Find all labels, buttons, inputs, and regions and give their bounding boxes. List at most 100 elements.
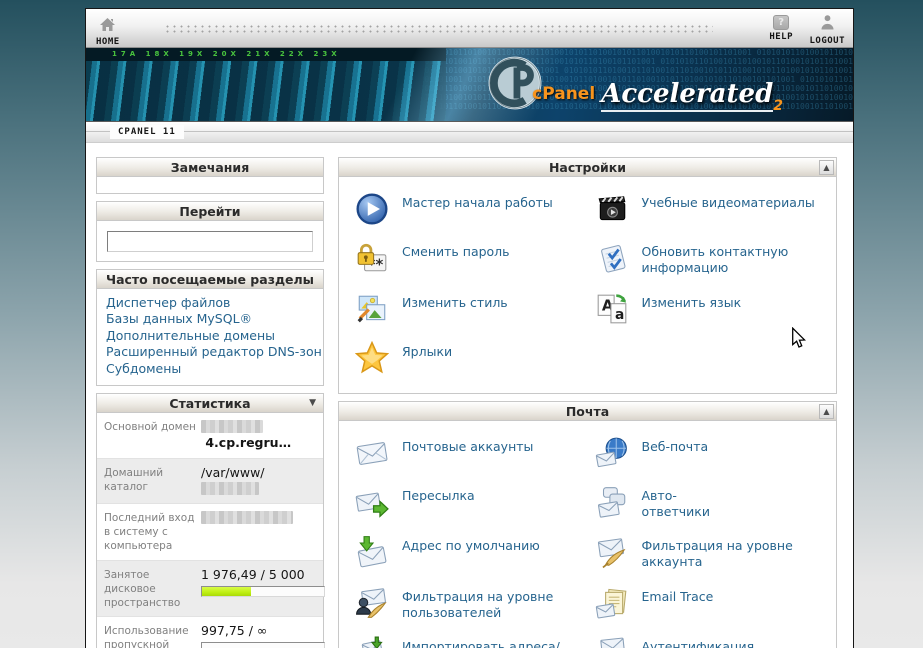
feature-item: ** Сменить пароль <box>351 234 591 285</box>
change-password-icon[interactable]: ** <box>355 241 389 275</box>
stat-value: 997,75 / ∞ <box>201 623 317 639</box>
feature-link[interactable]: Учебные видеоматериалы <box>642 195 815 211</box>
video-tutorials-icon[interactable] <box>595 192 629 226</box>
stats-rows: Основной домен 4.cp.regru…Домашний катал… <box>97 413 323 648</box>
frequent-link[interactable]: Базы данных MySQL® <box>106 311 314 328</box>
frequent-box: Часто посещаемые разделы Диспетчер файло… <box>96 269 324 387</box>
stats-header: Статистика <box>97 394 323 413</box>
feature-link[interactable]: Импортировать адреса/ Средства пересылки <box>402 639 560 648</box>
section-mail: Почта Почтовые аккаунты Веб-почта Пересылк… <box>338 401 837 648</box>
settings-header: Настройки <box>339 158 836 177</box>
feature-item: Учебные видеоматериалы <box>591 185 831 234</box>
frequent-link[interactable]: Расширенный редактор DNS-зон <box>106 344 314 361</box>
question-mark-icon: ? <box>773 15 789 30</box>
feature-link[interactable]: Изменить язык <box>642 295 742 311</box>
page-content: Замечания Перейти Часто посещаемые разде… <box>86 143 853 648</box>
redacted-value <box>201 420 263 433</box>
getting-started-wizard-icon[interactable] <box>355 192 389 226</box>
stats-title: Статистика <box>169 396 250 411</box>
forwarders-icon[interactable] <box>355 485 389 519</box>
toolbar-dots-texture <box>164 24 713 33</box>
frequent-link[interactable]: Дополнительные домены <box>106 328 314 345</box>
stat-value-area: 997,75 / ∞ <box>201 623 317 648</box>
stat-value <box>201 510 317 526</box>
feature-link[interactable]: Ярлыки <box>402 344 452 360</box>
usage-bar <box>201 586 325 597</box>
change-style-icon[interactable] <box>355 292 389 326</box>
version-strip: CPANEL 11 <box>86 122 853 143</box>
logout-button[interactable]: LOGOUT <box>809 15 845 46</box>
default-address-icon[interactable] <box>355 535 389 569</box>
user-level-filtering-icon[interactable] <box>355 586 389 620</box>
feature-link[interactable]: Сменить пароль <box>402 244 510 260</box>
notes-title: Замечания <box>171 160 249 175</box>
feature-link[interactable]: Почтовые аккаунты <box>402 439 533 455</box>
frequent-link[interactable]: Субдомены <box>106 361 314 378</box>
mail-items: Почтовые аккаунты Веб-почта Пересылка Авто-… <box>339 421 836 648</box>
feature-link[interactable]: Аутентификация электронной почты <box>642 639 827 648</box>
help-button[interactable]: ? HELP <box>769 15 793 42</box>
stat-value-area: 1 976,49 / 5 000 <box>201 567 317 597</box>
feature-item: Авто- ответчики <box>591 478 831 529</box>
logout-label: LOGOUT <box>809 36 845 46</box>
chevron-down-icon[interactable] <box>309 394 316 413</box>
webmail-icon[interactable] <box>595 436 629 470</box>
shortcuts-icon[interactable] <box>355 341 389 375</box>
brand-name: cPanel <box>532 84 595 104</box>
stat-value: /var/www/ <box>201 465 317 498</box>
redacted-value <box>201 482 259 495</box>
stat-label: Последний вход в систему с компьютера <box>104 510 201 554</box>
feature-item: Фильтрация на уровне аккаунта <box>591 528 831 579</box>
frequent-title: Часто посещаемые разделы <box>106 272 314 287</box>
usage-bar <box>201 642 325 648</box>
import-addresses-icon[interactable] <box>355 636 389 648</box>
feature-link[interactable]: Обновить контактную информацию <box>642 244 789 277</box>
frequent-header: Часто посещаемые разделы <box>97 270 323 289</box>
collapse-up-icon[interactable] <box>819 160 834 175</box>
feature-link[interactable]: Фильтрация на уровне пользователей <box>402 589 553 622</box>
frequent-links-list: Диспетчер файловБазы данных MySQL®Дополн… <box>97 289 323 386</box>
jump-box: Перейти <box>96 201 324 262</box>
email-trace-icon[interactable] <box>595 586 629 620</box>
autoresponders-icon[interactable] <box>595 485 629 519</box>
quick-jump-input[interactable] <box>107 231 313 252</box>
account-level-filtering-icon[interactable] <box>595 535 629 569</box>
feature-link[interactable]: Изменить стиль <box>402 295 508 311</box>
update-contact-info-icon[interactable] <box>595 241 629 275</box>
feature-link[interactable]: Пересылка <box>402 488 475 504</box>
feature-item: Импортировать адреса/ Средства пересылки <box>351 629 591 648</box>
feature-item: Изменить стиль <box>351 285 591 334</box>
feature-link[interactable]: Мастер начала работы <box>402 195 553 211</box>
redacted-value <box>201 511 293 524</box>
sidebar: Замечания Перейти Часто посещаемые разде… <box>96 157 324 648</box>
stat-value-area: 4.cp.regru… <box>201 419 317 452</box>
email-authentication-icon[interactable] <box>595 636 629 648</box>
feature-item: Email Trace <box>591 579 831 630</box>
stat-row: Занятое дисковое пространство1 976,49 / … <box>97 561 323 618</box>
home-icon <box>100 18 115 31</box>
stat-row: Домашний каталог/var/www/ <box>97 459 323 505</box>
section-settings: Настройки Мастер начала работы Учебные ви… <box>338 157 837 394</box>
feature-link[interactable]: Адрес по умолчанию <box>402 538 540 554</box>
feature-link[interactable]: Email Trace <box>642 589 714 605</box>
collapse-up-icon[interactable] <box>819 404 834 419</box>
home-label: HOME <box>96 37 120 47</box>
mail-header: Почта <box>339 402 836 421</box>
notes-body <box>97 177 323 193</box>
feature-link[interactable]: Авто- ответчики <box>642 488 710 521</box>
feature-link[interactable]: Фильтрация на уровне аккаунта <box>642 538 827 571</box>
feature-link[interactable]: Веб-почта <box>642 439 709 455</box>
person-icon <box>821 15 834 30</box>
home-button[interactable]: HOME <box>96 16 120 47</box>
notes-box: Замечания <box>96 157 324 194</box>
stat-value-area <box>201 510 317 526</box>
feature-item: Aa Изменить язык <box>591 285 831 334</box>
frequent-link[interactable]: Диспетчер файлов <box>106 295 314 312</box>
stat-value-area: /var/www/ <box>201 465 317 498</box>
email-accounts-icon[interactable] <box>355 436 389 470</box>
svg-text:a: a <box>614 307 623 323</box>
stat-label: Домашний каталог <box>104 465 201 494</box>
change-language-icon[interactable]: Aa <box>595 292 629 326</box>
cpanel-banner: 0101010110100101101001011010010101101001… <box>86 48 853 122</box>
mail-title: Почта <box>566 404 609 419</box>
